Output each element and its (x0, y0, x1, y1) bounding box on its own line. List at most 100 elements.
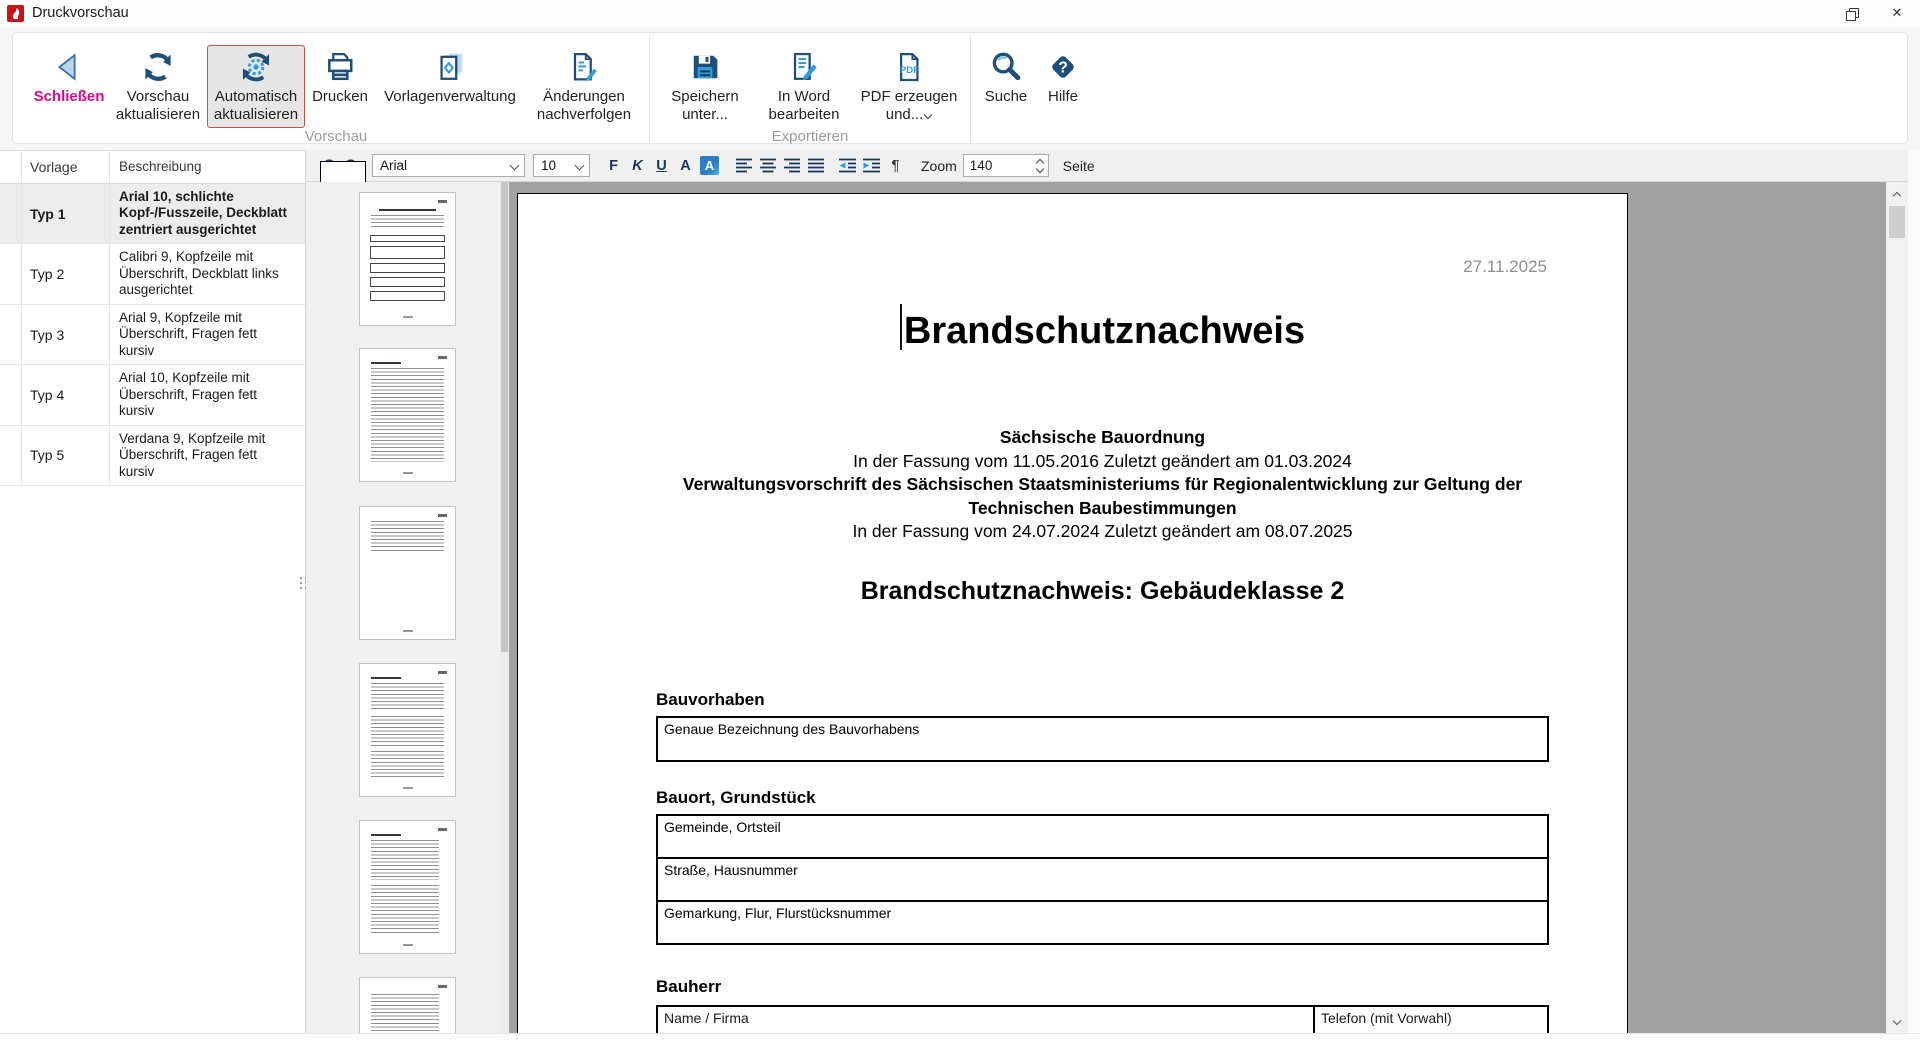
page-thumbnail-6[interactable] (359, 977, 456, 1040)
save-icon (687, 49, 723, 85)
page-thumbnail-5[interactable] (359, 820, 456, 954)
ribbon: Schließen Vorschau aktualisieren Automat… (0, 26, 1920, 150)
field-gemeinde-ortsteil[interactable]: Gemeinde, Ortsteil (656, 814, 1549, 859)
thumbnail-scrollbar-thumb[interactable] (501, 182, 508, 652)
in-word-bearbeiten-label: In Word bearbeiten (768, 88, 840, 124)
template-row-typ5-description[interactable]: Verdana 9, Kopfzeile mit Überschrift, Fr… (110, 426, 305, 487)
aenderungen-nachverfolgen-button[interactable]: Änderungen nachverfolgen (525, 45, 643, 128)
thumbnail-strip (306, 182, 500, 1040)
page-label: Seite (1062, 157, 1095, 174)
bold-button[interactable]: F (602, 154, 625, 177)
template-row-typ4-description[interactable]: Arial 10, Kopfzeile mit Überschrift, Fra… (110, 365, 305, 426)
close-window-button[interactable]: ✕ (1874, 0, 1920, 26)
page-thumbnail-1[interactable] (359, 192, 456, 326)
font-size-select[interactable]: 10 (533, 154, 590, 177)
intro-line: Verwaltungsvorschrift des Sächsischen St… (682, 474, 1523, 518)
title-bar: Druckvorschau ✕ (0, 0, 1920, 26)
align-left-icon (736, 158, 752, 173)
intro-line: In der Fassung vom 11.05.2016 Zuletzt ge… (853, 450, 1352, 471)
track-changes-icon (566, 49, 602, 85)
font-family-select[interactable]: Arial (372, 154, 525, 177)
section-heading-bauvorhaben: Bauvorhaben (656, 690, 765, 709)
printer-icon (322, 49, 358, 85)
formatting-marks-button[interactable]: ¶ (884, 154, 907, 177)
schliessen-label: Schließen (33, 88, 105, 105)
document-intro: Sächsische Bauordnung In der Fassung vom… (656, 426, 1549, 544)
speichern-unter-button[interactable]: Speichern unter... (656, 45, 754, 128)
suche-label: Suche (984, 88, 1028, 105)
template-row-typ5[interactable]: Typ 5 (22, 425, 110, 487)
drucken-button[interactable]: Drucken (305, 45, 375, 109)
preview-scrollbar-thumb[interactable] (1889, 206, 1905, 238)
pdf-icon: PDF (891, 49, 927, 85)
italic-button[interactable]: K (626, 154, 649, 177)
template-row-typ3[interactable]: Typ 3 (22, 304, 110, 366)
page-thumbnail-2[interactable] (359, 348, 456, 482)
page-thumbnail-4[interactable] (359, 663, 456, 797)
window-title: Druckvorschau (32, 5, 129, 21)
section-heading-bauherr: Bauherr (656, 977, 722, 996)
refresh-icon (140, 49, 176, 85)
row-gutter (0, 244, 22, 305)
column-header-beschreibung: Beschreibung (110, 151, 305, 184)
template-row-typ4[interactable]: Typ 4 (22, 365, 110, 426)
preview-scrollbar[interactable] (1886, 182, 1908, 1033)
drucken-label: Drucken (312, 88, 368, 105)
underline-button[interactable]: U (650, 154, 673, 177)
zoom-spinner[interactable]: 140 (962, 154, 1049, 177)
restore-icon (1846, 8, 1859, 21)
align-right-button[interactable] (781, 154, 804, 177)
document-date: 27.11.2025 (1463, 257, 1547, 276)
template-row-typ1-description[interactable]: Arial 10, schlichte Kopf-/Fusszeile, Dec… (110, 184, 305, 245)
hilfe-button[interactable]: ? Hilfe (1035, 45, 1091, 109)
align-right-icon (784, 158, 800, 173)
align-justify-button[interactable] (805, 154, 828, 177)
scroll-up-button[interactable] (1886, 184, 1908, 204)
hilfe-label: Hilfe (1047, 88, 1078, 105)
indent-increase-button[interactable] (860, 154, 883, 177)
group-label-vorschau: Vorschau (304, 127, 368, 145)
template-row-typ3-description[interactable]: Arial 9, Kopfzeile mit Überschrift, Frag… (110, 305, 305, 366)
word-edit-icon (786, 49, 822, 85)
speichern-unter-label: Speichern unter... (671, 88, 739, 124)
scroll-down-button[interactable] (1886, 1011, 1908, 1031)
chevron-down-icon (575, 161, 585, 171)
restore-window-button[interactable] (1828, 0, 1874, 26)
vorschau-aktualisieren-label: Vorschau aktualisieren (115, 88, 201, 124)
field-strasse-hausnummer[interactable]: Straße, Hausnummer (656, 857, 1549, 902)
spinner-up-icon[interactable] (1035, 159, 1044, 164)
in-word-bearbeiten-button[interactable]: In Word bearbeiten (754, 45, 854, 128)
table-gutter-header (0, 151, 22, 184)
align-left-button[interactable] (733, 154, 756, 177)
template-row-typ2-description[interactable]: Calibri 9, Kopfzeile mit Überschrift, De… (110, 244, 305, 305)
pdf-erzeugen-button[interactable]: PDF PDF erzeugen und... (854, 45, 964, 128)
align-center-button[interactable] (757, 154, 780, 177)
druckvorschau-window: { "window": { "title": "Druckvorschau" }… (0, 0, 1920, 1040)
field-bauvorhaben[interactable]: Genaue Bezeichnung des Bauvorhabens (656, 716, 1549, 762)
page-thumbnail-3[interactable] (359, 506, 456, 640)
template-table: Vorlage Beschreibung Typ 1 Arial 10, sch… (0, 151, 305, 487)
indent-decrease-button[interactable] (836, 154, 859, 177)
suche-button[interactable]: Suche (977, 45, 1035, 109)
document-preview-area: 27.11.2025 Brandschutznachweis Sächsisch… (509, 182, 1886, 1040)
template-row-typ1[interactable]: Typ 1 (22, 184, 110, 245)
schliessen-button[interactable]: Schließen (29, 45, 109, 109)
align-center-icon (760, 158, 776, 173)
zoom-value: 140 (969, 158, 993, 173)
vorschau-aktualisieren-button[interactable]: Vorschau aktualisieren (109, 45, 207, 128)
font-color-button[interactable]: A (674, 154, 697, 177)
spinner-down-icon[interactable] (1035, 167, 1044, 172)
ribbon-group-help: Suche ? Hilfe (971, 35, 1097, 143)
row-gutter (0, 365, 22, 426)
document-page[interactable]: 27.11.2025 Brandschutznachweis Sächsisch… (517, 193, 1628, 1040)
highlight-button[interactable]: A (698, 154, 721, 177)
thumbnail-scrollbar[interactable] (500, 182, 509, 1040)
close-icon: ✕ (1891, 5, 1903, 20)
chevron-down-icon (1893, 1019, 1902, 1024)
automatisch-aktualisieren-button[interactable]: Automatisch aktualisieren (207, 45, 305, 128)
field-gemarkung-flur[interactable]: Gemarkung, Flur, Flurstücksnummer (656, 900, 1549, 945)
vorlagenverwaltung-button[interactable]: Vorlagenverwaltung (375, 45, 525, 109)
template-row-typ2[interactable]: Typ 2 (22, 244, 110, 305)
back-triangle-icon (51, 49, 87, 85)
search-icon (988, 49, 1024, 85)
